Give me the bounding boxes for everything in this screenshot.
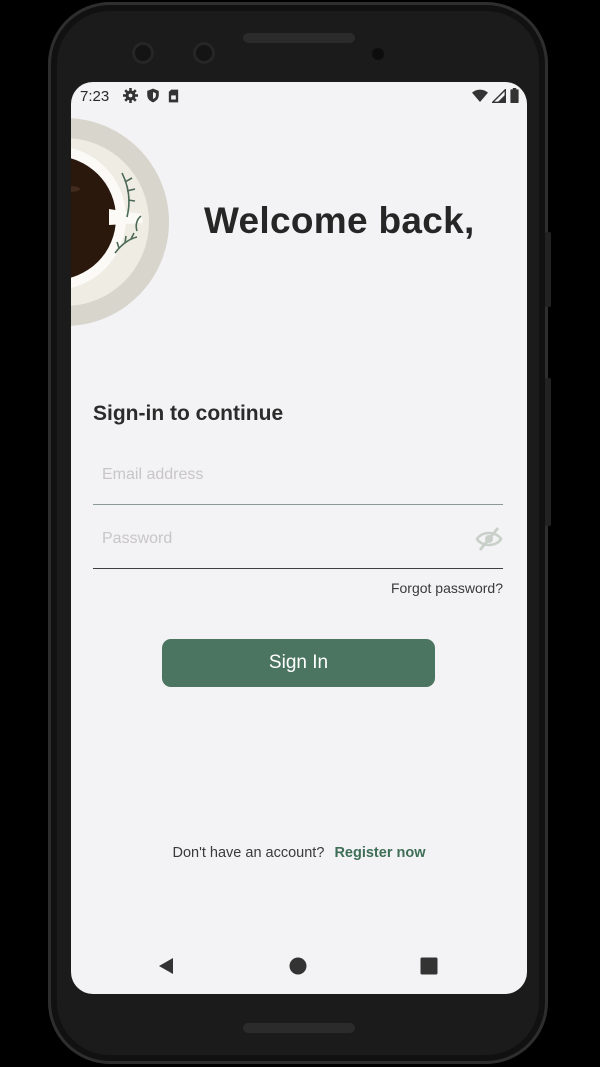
status-bar: 7:23 bbox=[71, 82, 527, 110]
back-icon bbox=[159, 958, 173, 974]
power-button bbox=[545, 232, 551, 307]
nav-home-button[interactable] bbox=[280, 948, 316, 984]
welcome-title: Welcome back, bbox=[204, 200, 475, 241]
shield-icon bbox=[147, 88, 159, 103]
nav-recents-button[interactable] bbox=[411, 948, 447, 984]
wifi-icon bbox=[472, 89, 488, 102]
status-icons-right bbox=[472, 88, 519, 103]
eye-off-icon[interactable] bbox=[475, 526, 503, 552]
navigation-bar bbox=[71, 948, 527, 984]
forgot-password-link[interactable]: Forgot password? bbox=[391, 580, 503, 596]
proximity-sensor-icon bbox=[372, 48, 384, 60]
sim-card-icon bbox=[168, 89, 179, 102]
signal-icon bbox=[492, 88, 506, 103]
settings-icon bbox=[123, 88, 138, 103]
bottom-speaker bbox=[243, 1023, 355, 1033]
nav-back-button[interactable] bbox=[148, 948, 184, 984]
sensor-icon bbox=[193, 42, 215, 64]
email-field bbox=[93, 452, 503, 505]
coffee-cup-illustration bbox=[71, 118, 169, 326]
status-icons-left bbox=[123, 88, 179, 103]
register-row: Don't have an account? Register now bbox=[71, 845, 527, 861]
email-input[interactable] bbox=[93, 452, 474, 498]
home-icon bbox=[289, 957, 307, 975]
volume-button bbox=[545, 378, 551, 526]
sign-in-button[interactable]: Sign In bbox=[162, 639, 435, 687]
password-input[interactable] bbox=[93, 516, 474, 562]
battery-icon bbox=[510, 88, 519, 103]
password-field bbox=[93, 516, 503, 569]
register-prompt: Don't have an account? bbox=[172, 845, 325, 861]
status-time: 7:23 bbox=[80, 88, 110, 105]
front-camera-icon bbox=[132, 42, 154, 64]
app-screen: 7:23 Welcome back, Sign-in to continue E… bbox=[71, 82, 527, 994]
signin-subtitle: Sign-in to continue bbox=[93, 402, 284, 425]
top-speaker bbox=[243, 33, 355, 43]
register-now-link[interactable]: Register now bbox=[334, 845, 425, 861]
recents-icon bbox=[420, 957, 438, 975]
